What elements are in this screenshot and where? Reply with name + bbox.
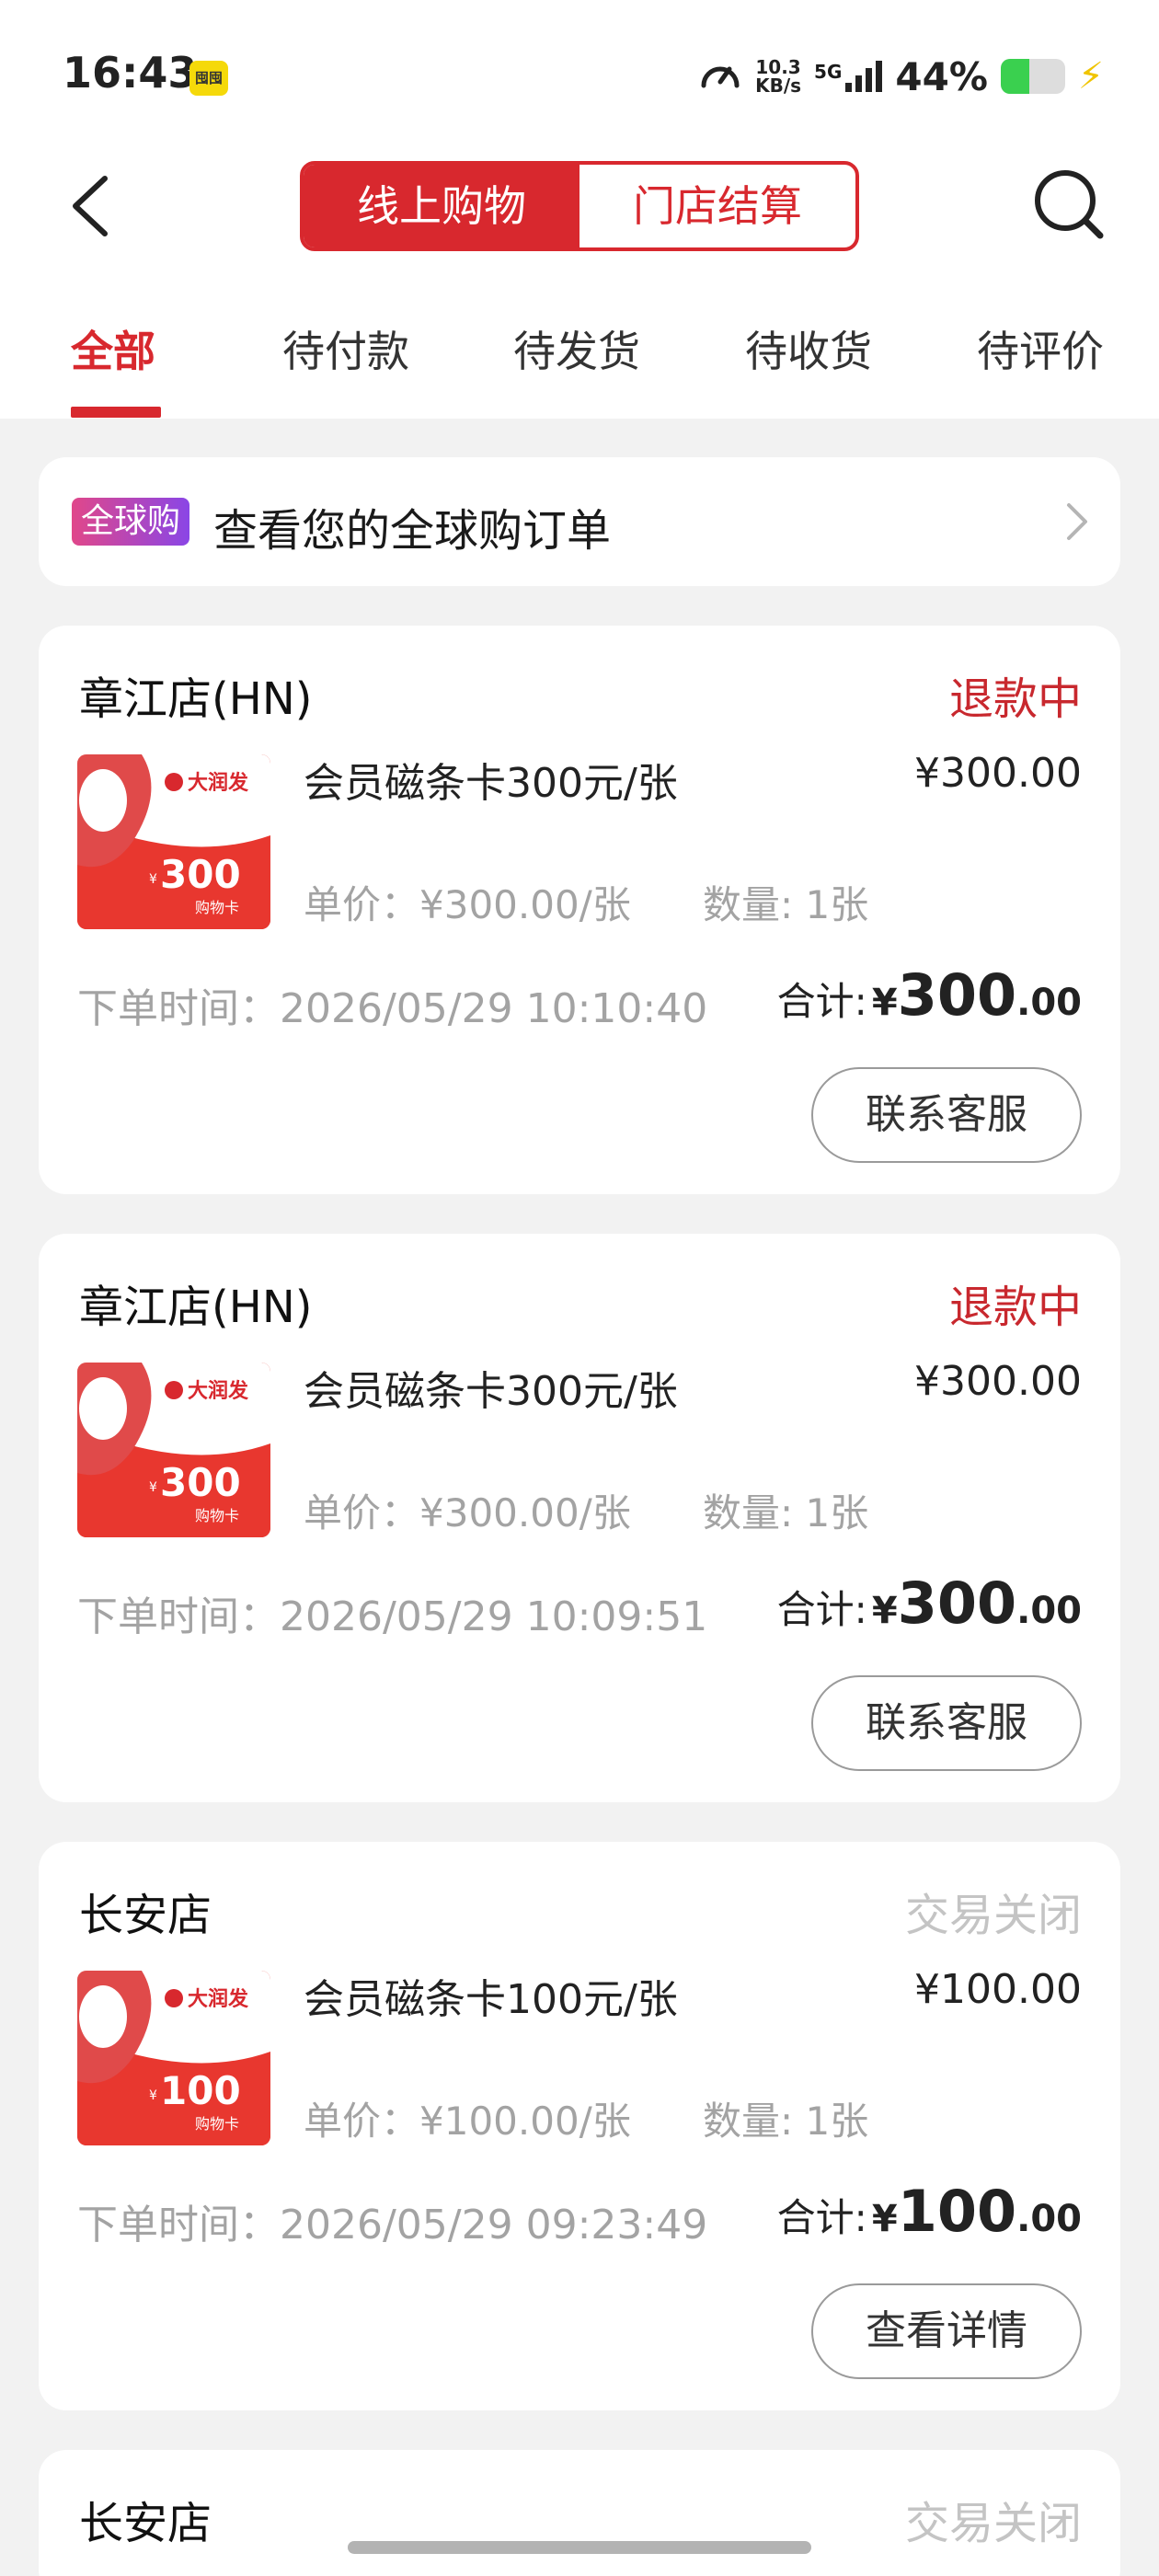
gift-card-thumbnail: 大润发 ¥ 300 购物卡	[77, 754, 270, 929]
card-sub-label: 购物卡	[195, 899, 239, 916]
order-total: 合计: ¥100.00	[777, 2178, 1082, 2245]
view-details-button[interactable]: 查看详情	[811, 2283, 1082, 2379]
order-card[interactable]: 长安店 交易关闭	[39, 2450, 1120, 2576]
store-name: 长安店	[79, 2498, 212, 2549]
clock: 16:43	[63, 48, 198, 98]
card-value: 100	[160, 2068, 241, 2113]
battery-fill	[1000, 59, 1029, 94]
product-name: 会员磁条卡300元/张	[304, 760, 678, 807]
tab-pending-receipt[interactable]: 待收货	[745, 318, 872, 379]
order-time: 下单时间：2026/05/29 09:23:49	[77, 2202, 708, 2248]
total-decimal: .00	[1016, 1590, 1082, 1632]
signal-icon: 5G	[814, 61, 883, 92]
shopping-mode-switch: 线上购物 门店结算	[300, 161, 859, 251]
card-brand: 大润发	[188, 1987, 249, 2011]
status-bar: 16:43 囤囤 10.3 KB/s 5G 44% ⚡	[0, 0, 1159, 147]
total-integer: 100	[897, 2178, 1017, 2245]
contact-service-button[interactable]: 联系客服	[811, 1675, 1082, 1771]
gift-card-image: 大润发 ¥ 300 购物卡	[77, 1363, 270, 1537]
battery-percent: 44%	[895, 53, 988, 99]
store-name: 章江店(HN)	[79, 673, 313, 725]
order-status-tabs: 全部 待付款 待发货 待收货 待评价	[0, 304, 1159, 419]
order-status: 交易关闭	[904, 2498, 1082, 2549]
store-name: 长安店	[79, 1890, 212, 1941]
card-currency: ¥	[149, 872, 157, 887]
card-brand: 大润发	[188, 771, 249, 795]
card-currency: ¥	[149, 2088, 157, 2103]
tab-pending-shipment[interactable]: 待发货	[513, 318, 640, 379]
app-notification-icon: 囤囤	[189, 61, 228, 96]
quantity: 数量: 1张	[703, 1490, 869, 1535]
order-status: 退款中	[948, 673, 1082, 725]
quantity: 数量: 1张	[703, 2099, 869, 2144]
order-status: 退款中	[948, 1282, 1082, 1333]
card-sub-label: 购物卡	[195, 2115, 239, 2133]
order-card[interactable]: 章江店(HN) 退款中 大润发 ¥ 300 购物卡 会员磁条卡300元/张 ¥3…	[39, 626, 1120, 1194]
order-status: 交易关闭	[904, 1890, 1082, 1941]
quantity: 数量: 1张	[703, 882, 869, 927]
card-sub-label: 购物卡	[195, 1507, 239, 1524]
product-price: ¥100.00	[914, 1966, 1082, 2013]
chevron-right-icon	[1067, 503, 1087, 540]
order-card[interactable]: 长安店 交易关闭 大润发 ¥ 100 购物卡 会员磁条卡100元/张 ¥100.…	[39, 1842, 1120, 2410]
active-tab-indicator	[71, 407, 161, 418]
back-arrow-icon[interactable]	[64, 173, 120, 239]
total-currency: ¥	[871, 1590, 898, 1632]
speedometer-icon	[701, 66, 740, 88]
total-currency: ¥	[871, 2198, 898, 2240]
order-total: 合计: ¥300.00	[777, 1570, 1082, 1637]
order-card[interactable]: 章江店(HN) 退款中 大润发 ¥ 300 购物卡 会员磁条卡300元/张 ¥3…	[39, 1234, 1120, 1802]
order-time: 下单时间：2026/05/29 10:10:40	[77, 985, 708, 1032]
card-brand: 大润发	[188, 1379, 249, 1403]
tab-all[interactable]: 全部	[71, 318, 155, 379]
total-integer: 300	[897, 1570, 1017, 1637]
product-name: 会员磁条卡300元/张	[304, 1368, 678, 1415]
total-decimal: .00	[1016, 982, 1082, 1024]
total-decimal: .00	[1016, 2198, 1082, 2240]
battery-icon	[1000, 59, 1065, 94]
store-name: 章江店(HN)	[79, 1282, 313, 1333]
total-currency: ¥	[871, 982, 898, 1024]
product-price: ¥300.00	[914, 1358, 1082, 1405]
search-icon[interactable]	[1032, 167, 1106, 241]
card-value: 300	[160, 852, 241, 897]
global-orders-link-text: 查看您的全球购订单	[213, 505, 612, 557]
segment-store-checkout[interactable]: 门店结算	[580, 165, 855, 247]
order-total: 合计: ¥300.00	[777, 961, 1082, 1029]
segment-online-shopping[interactable]: 线上购物	[304, 165, 580, 247]
order-time: 下单时间：2026/05/29 10:09:51	[77, 1593, 708, 1640]
network-type: 5G	[814, 61, 843, 83]
product-name: 会员磁条卡100元/张	[304, 1976, 678, 2023]
home-indicator[interactable]	[348, 2541, 811, 2554]
tab-pending-payment[interactable]: 待付款	[282, 318, 409, 379]
gift-card-thumbnail: 大润发 ¥ 100 购物卡	[77, 1971, 270, 2145]
unit-price: 单价：¥100.00/张	[304, 2099, 631, 2144]
total-label: 合计:	[776, 2195, 867, 2240]
total-label: 合计:	[776, 979, 867, 1024]
unit-price: 单价：¥300.00/张	[304, 1490, 631, 1535]
gift-card-image: 大润发 ¥ 300 购物卡	[77, 754, 270, 929]
global-purchase-badge: 全球购	[72, 498, 190, 546]
total-label: 合计:	[776, 1587, 867, 1632]
contact-service-button[interactable]: 联系客服	[811, 1067, 1082, 1163]
charging-icon: ⚡	[1077, 55, 1104, 98]
product-price: ¥300.00	[914, 750, 1082, 797]
network-speed-unit: KB/s	[755, 75, 802, 97]
global-orders-banner[interactable]: 全球购 查看您的全球购订单	[39, 457, 1120, 586]
total-integer: 300	[897, 961, 1017, 1029]
network-speed: 10.3 KB/s	[755, 58, 801, 95]
card-currency: ¥	[149, 1480, 157, 1495]
unit-price: 单价：¥300.00/张	[304, 882, 631, 927]
network-speed-value: 10.3	[755, 56, 801, 78]
gift-card-thumbnail: 大润发 ¥ 300 购物卡	[77, 1363, 270, 1537]
gift-card-image: 大润发 ¥ 100 购物卡	[77, 1971, 270, 2145]
status-icons: 10.3 KB/s 5G 44% ⚡	[698, 51, 1104, 102]
tab-pending-review[interactable]: 待评价	[977, 318, 1104, 379]
card-value: 300	[160, 1460, 241, 1505]
